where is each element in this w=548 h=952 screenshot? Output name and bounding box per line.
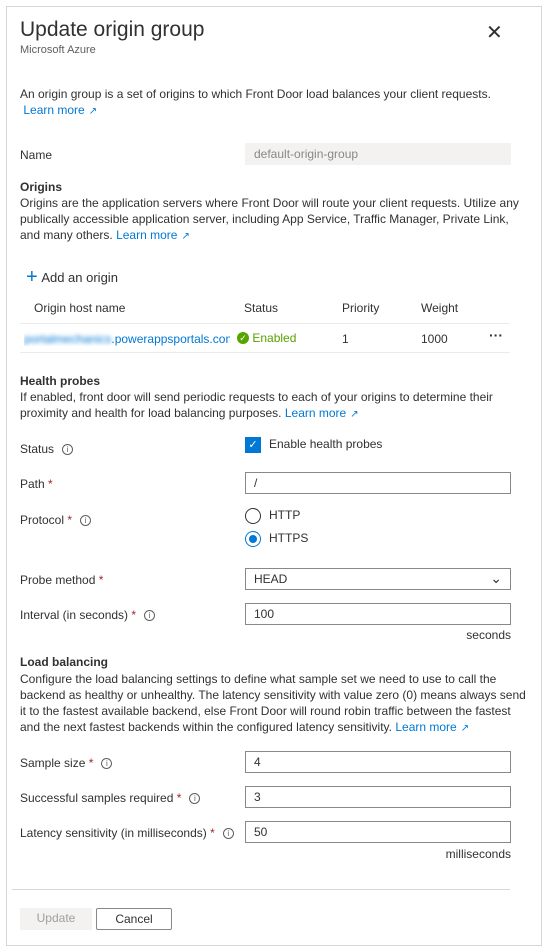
protocol-radio-https[interactable]: HTTPS	[245, 531, 308, 547]
footer-divider	[12, 889, 510, 890]
info-icon[interactable]: i	[80, 515, 92, 527]
radio-icon	[245, 508, 261, 524]
sample-size-input[interactable]: 4	[245, 751, 511, 773]
required-marker: *	[210, 826, 215, 840]
interval-label: Interval (in seconds) * i	[20, 608, 156, 622]
more-options-icon[interactable]: ···	[489, 327, 503, 343]
successful-samples-input[interactable]: 3	[245, 786, 511, 808]
info-icon[interactable]: i	[62, 444, 74, 456]
divider	[20, 352, 510, 353]
protocol-label: Protocol * i	[20, 513, 92, 527]
interval-label-text: Interval (in seconds)	[20, 608, 129, 622]
radio-label: HTTP	[269, 508, 301, 523]
intro: An origin group is a set of origins to w…	[20, 86, 520, 120]
cancel-button[interactable]: Cancel	[96, 908, 172, 930]
successful-samples-label: Successful samples required * i	[20, 791, 201, 805]
origins-text: Origins are the application servers wher…	[20, 196, 519, 242]
probe-method-select[interactable]: HEAD ⌄	[245, 568, 511, 590]
page-subtitle: Microsoft Azure	[20, 44, 96, 56]
intro-text: An origin group is a set of origins to w…	[20, 87, 491, 101]
status-label-text: Status	[20, 442, 55, 456]
lb-heading: Load balancing	[20, 655, 109, 669]
divider	[20, 323, 510, 324]
protocol-radio-http[interactable]: HTTP	[245, 508, 300, 524]
info-icon[interactable]: i	[144, 610, 156, 622]
name-field[interactable]: default-origin-group	[245, 143, 511, 165]
name-label: Name	[20, 148, 53, 162]
required-marker: *	[67, 513, 73, 527]
path-label: Path *	[20, 477, 53, 491]
required-marker: *	[88, 756, 94, 770]
radio-selected-icon	[245, 531, 261, 547]
add-origin-label: Add an origin	[41, 270, 118, 285]
path-label-text: Path	[20, 477, 45, 491]
add-origin-button[interactable]: + Add an origin	[26, 266, 118, 289]
update-button[interactable]: Update	[20, 908, 92, 930]
health-heading: Health probes	[20, 374, 101, 388]
plus-icon: +	[26, 266, 38, 288]
column-header-host: Origin host name	[34, 301, 126, 315]
required-marker: *	[176, 791, 182, 805]
origin-host-link[interactable]: portalmechanics.powerappsportals.com	[24, 332, 230, 346]
latency-input[interactable]: 50	[245, 821, 511, 843]
required-marker: *	[98, 573, 104, 587]
enable-health-probes-checkbox[interactable]: ✓ Enable health probes	[245, 437, 382, 453]
status-text: Enabled	[252, 330, 297, 345]
checkbox-checked-icon: ✓	[245, 437, 261, 453]
page-title: Update origin group	[20, 18, 205, 41]
host-blurred: portalmechanics	[24, 332, 112, 346]
required-marker: *	[131, 608, 137, 622]
lb-description: Configure the load balancing settings to…	[20, 671, 530, 737]
probe-method-label: Probe method *	[20, 573, 103, 587]
host-suffix: .powerappsportals.com	[111, 332, 230, 346]
protocol-label-text: Protocol	[20, 513, 65, 527]
method-value: HEAD	[254, 572, 288, 586]
external-link-icon: ↗	[460, 723, 470, 734]
health-description: If enabled, front door will send periodi…	[20, 389, 520, 423]
origins-heading: Origins	[20, 180, 63, 194]
health-learn-more-link[interactable]: Learn more	[285, 406, 346, 420]
info-icon[interactable]: i	[222, 828, 234, 840]
health-text: If enabled, front door will send periodi…	[20, 390, 493, 420]
column-header-priority: Priority	[342, 301, 380, 315]
sample-size-label: Sample size * i	[20, 756, 113, 770]
check-circle-icon: ✓	[237, 331, 249, 344]
origins-description: Origins are the application servers wher…	[20, 195, 530, 245]
info-icon[interactable]: i	[189, 793, 201, 805]
status-badge: ✓ Enabled	[237, 330, 296, 345]
close-icon[interactable]: ✕	[486, 20, 503, 45]
intro-learn-more-link[interactable]: Learn more	[23, 103, 84, 117]
latency-unit: milliseconds	[445, 847, 511, 861]
status-label: Status i	[20, 442, 74, 456]
column-header-status: Status	[244, 301, 279, 315]
path-input[interactable]: /	[245, 472, 511, 494]
interval-input[interactable]: 100	[245, 603, 511, 625]
column-header-weight: Weight	[421, 301, 459, 315]
external-link-icon: ↗	[88, 106, 98, 117]
method-label-text: Probe method	[20, 573, 96, 587]
radio-label: HTTPS	[269, 531, 309, 546]
required-marker: *	[48, 477, 53, 491]
lb-learn-more-link[interactable]: Learn more	[395, 720, 456, 734]
external-link-icon: ↗	[181, 231, 190, 242]
sample-label-text: Sample size	[20, 756, 86, 770]
latency-label-text: Latency sensitivity (in milliseconds)	[20, 826, 207, 840]
weight-value: 1000	[421, 332, 448, 346]
external-link-icon: ↗	[350, 409, 359, 420]
checkbox-label: Enable health probes	[269, 437, 383, 452]
success-label-text: Successful samples required	[20, 791, 174, 805]
chevron-down-icon: ⌄	[490, 570, 502, 586]
origins-learn-more-link[interactable]: Learn more	[116, 228, 177, 242]
latency-label: Latency sensitivity (in milliseconds) * i	[20, 826, 234, 840]
priority-value: 1	[342, 332, 349, 346]
interval-unit: seconds	[466, 628, 511, 642]
info-icon[interactable]: i	[101, 758, 113, 770]
